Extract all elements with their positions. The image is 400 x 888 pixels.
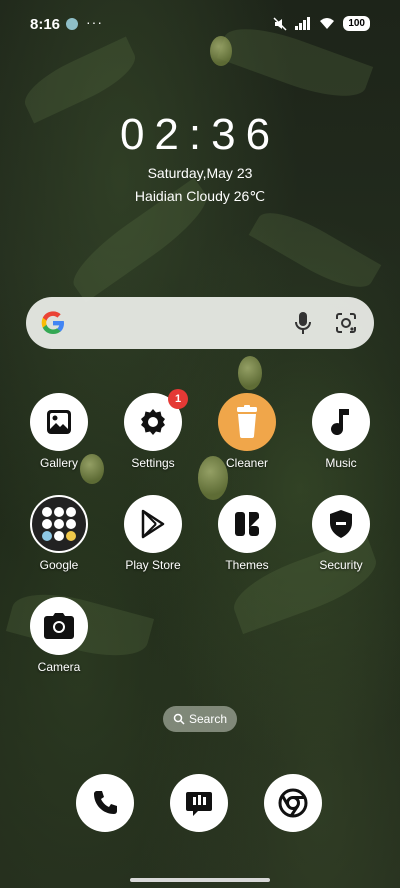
app-label: Play Store [125,558,181,572]
phone-icon [94,791,117,814]
clock-date[interactable]: Saturday,May 23 [0,165,400,181]
more-notifications-icon: ··· [86,14,103,30]
music-icon [312,393,370,451]
app-camera[interactable]: Camera [14,597,104,674]
search-label: Search [188,712,228,726]
app-google-folder[interactable]: Google [14,495,104,572]
google-folder-icon [30,495,88,553]
notification-badge: 1 [168,389,188,409]
app-play-store[interactable]: Play Store [108,495,198,572]
notification-app-icon [66,18,78,30]
status-time: 8:16 [30,16,61,33]
battery-indicator: 100 [343,16,370,31]
themes-icon [218,495,276,553]
messages-icon [186,792,212,816]
wifi-icon [320,18,335,29]
google-lens-icon[interactable] [334,311,358,335]
google-search-bar[interactable] [26,297,374,349]
app-label: Camera [37,660,81,674]
home-indicator[interactable] [130,878,270,882]
app-security[interactable]: Security [296,495,386,572]
background-leaf [248,200,382,300]
chrome-icon [278,788,308,818]
status-bar: 8:16 ··· 100 [0,12,400,36]
background-fruit [210,36,232,66]
app-label: Cleaner [225,456,269,470]
gallery-icon [30,393,88,451]
play-store-icon [124,495,182,553]
cleaner-icon [218,393,276,451]
app-cleaner[interactable]: Cleaner [202,393,292,470]
app-settings[interactable]: 1 Settings [108,389,198,470]
security-shield-icon [312,495,370,553]
app-gallery[interactable]: Gallery [14,393,104,470]
weather-text[interactable]: Haidian Cloudy 26℃ [0,188,400,205]
google-logo-icon [41,311,64,334]
search-icon [173,713,185,725]
signal-icon [295,17,311,30]
app-label: Google [39,558,79,572]
app-search-button[interactable]: Search [163,706,237,732]
app-label: Themes [225,558,269,572]
app-label: Gallery [39,456,78,470]
app-label: Settings [131,456,175,470]
app-music[interactable]: Music [296,393,386,470]
microphone-icon[interactable] [294,311,312,335]
mute-icon [273,16,287,31]
settings-icon: 1 [124,389,188,451]
dock-messages[interactable] [170,774,228,832]
camera-icon [30,597,88,655]
background-fruit [238,356,262,390]
app-label: Music [325,456,357,470]
dock-chrome[interactable] [264,774,322,832]
status-icons: 100 [273,16,370,31]
clock-time[interactable]: 02:36 [0,110,400,160]
app-themes[interactable]: Themes [202,495,292,572]
app-label: Security [319,558,363,572]
dock-phone[interactable] [76,774,134,832]
